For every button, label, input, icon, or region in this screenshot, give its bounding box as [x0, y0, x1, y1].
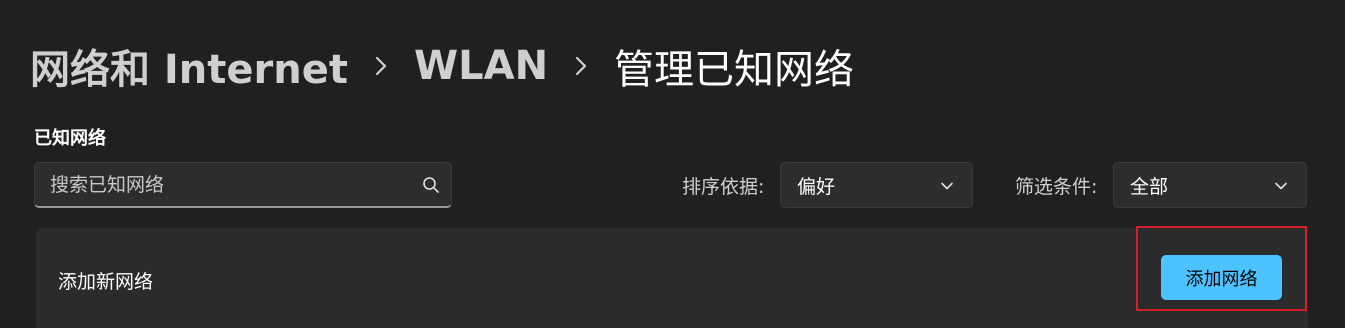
add-network-card [36, 228, 1308, 328]
search-box[interactable] [34, 162, 452, 208]
filter-dropdown[interactable]: 全部 [1113, 162, 1307, 208]
breadcrumb-item-network-internet[interactable]: 网络和 Internet [30, 37, 348, 95]
filter-dropdown-value: 全部 [1130, 175, 1169, 198]
chevron-right-icon [548, 46, 614, 86]
chevron-right-icon [348, 46, 414, 86]
chevron-down-icon [1274, 174, 1288, 196]
add-network-button[interactable]: 添加网络 [1161, 255, 1282, 300]
page-title: 管理已知网络 [614, 47, 855, 93]
search-input[interactable] [35, 172, 411, 197]
sort-label: 排序依据: [682, 176, 765, 198]
sort-dropdown[interactable]: 偏好 [780, 162, 973, 208]
known-networks-heading: 已知网络 [34, 128, 106, 149]
add-network-label: 添加新网络 [58, 271, 154, 293]
chevron-down-icon [940, 174, 954, 196]
sort-dropdown-value: 偏好 [797, 175, 836, 198]
filter-label: 筛选条件: [1015, 176, 1098, 198]
search-icon[interactable] [411, 165, 451, 205]
breadcrumb-item-wlan[interactable]: WLAN [414, 43, 548, 89]
breadcrumb: 网络和 Internet WLAN 管理已知网络 [30, 36, 854, 96]
